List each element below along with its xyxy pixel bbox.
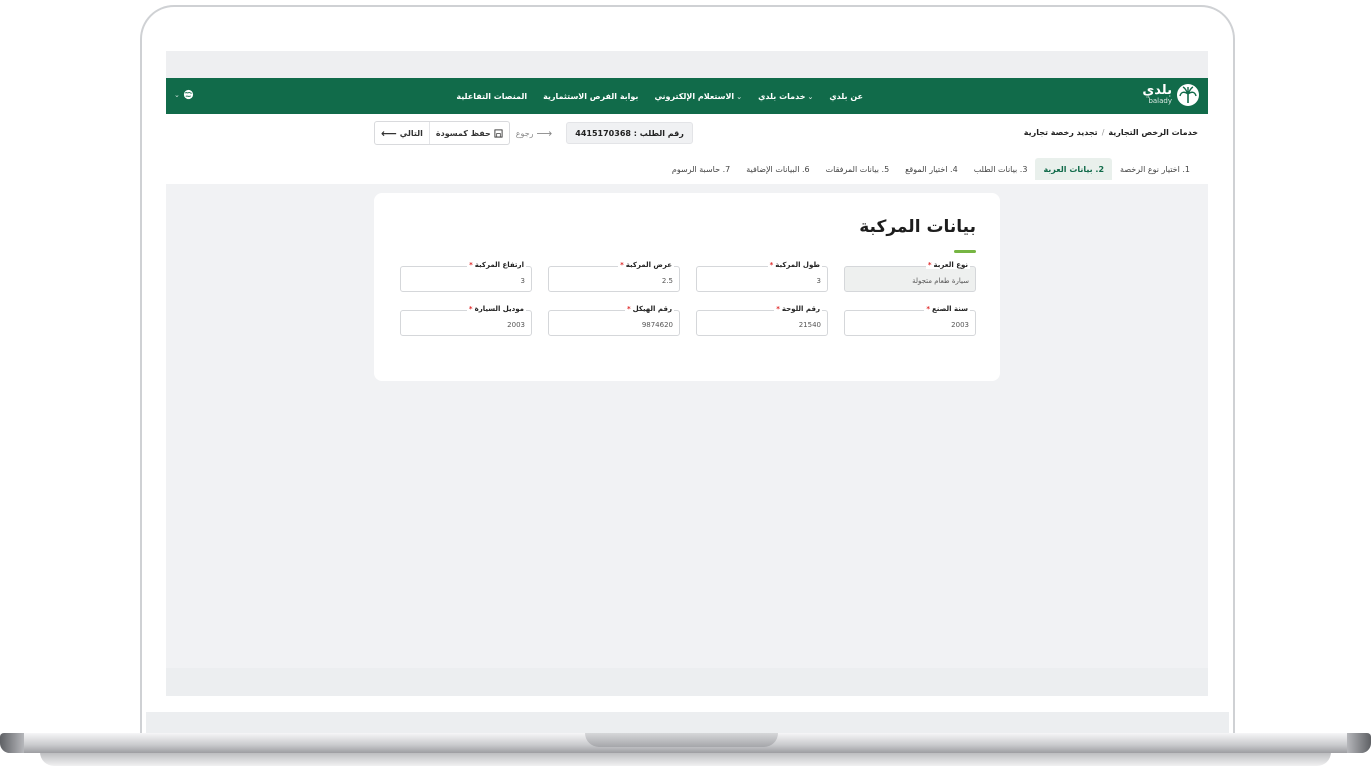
required-asterisk: * — [468, 305, 473, 313]
save-draft-button[interactable]: حفظ كمسودة — [428, 122, 509, 144]
action-bar: رقم الطلب : 4415170368 ⟶ رجوع حفظ كمسودة… — [374, 121, 693, 145]
vehicle-field-input[interactable]: 2003 — [400, 310, 532, 336]
arrow-right-icon: ⟶ — [536, 126, 553, 140]
save-draft-label: حفظ كمسودة — [435, 128, 491, 138]
laptop-base-right — [1347, 733, 1371, 753]
back-button[interactable]: ⟶ رجوع — [510, 122, 559, 144]
vehicle-field-label: ارتفاع المركبة* — [467, 261, 526, 269]
vehicle-field-label: رقم الهيكل* — [624, 305, 674, 313]
card-title: بيانات المركبة — [859, 217, 976, 237]
back-button-label: رجوع — [515, 128, 534, 138]
wizard-step-3[interactable]: 3. بيانات الطلب — [966, 158, 1036, 180]
vehicle-field-label: نوع العربة* — [925, 261, 970, 269]
wizard-step-4[interactable]: 4. اختيار الموقع — [897, 158, 966, 180]
vehicle-data-card: بيانات المركبة سيارة طعام متجولة نوع العر… — [374, 193, 1000, 381]
request-number-badge: رقم الطلب : 4415170368 — [566, 122, 693, 144]
field-label-text: سنة الصنع — [932, 305, 968, 313]
nav-link-2[interactable]: الاستعلام الإلكتروني ⌄ — [654, 92, 742, 101]
title-underline — [954, 250, 976, 253]
draft-next-group: حفظ كمسودة التالي ⟵ — [374, 121, 510, 145]
required-asterisk: * — [926, 305, 930, 313]
breadcrumb-item-licenses[interactable]: خدمات الرخص التجارية — [1108, 128, 1198, 137]
browser-top-strip — [166, 51, 1208, 78]
field-label-text: عرض المركبة — [625, 261, 672, 269]
field-label-text: رقم الهيكل — [632, 305, 672, 313]
language-selector[interactable]: ⌄ — [174, 89, 194, 100]
required-asterisk: * — [620, 261, 624, 269]
screen-bottom-strip — [166, 668, 1208, 696]
wizard-step-5[interactable]: 5. بيانات المرفقات — [818, 158, 898, 180]
nav-link-label: عن بلدي — [829, 91, 863, 101]
nav-link-label: بوابة الفرص الاستثمارية — [543, 91, 639, 101]
field-label-text: طول المركبة — [775, 261, 820, 269]
nav-link-3[interactable]: بوابة الفرص الاستثمارية — [543, 92, 638, 101]
field-label-text: موديل السيارة — [474, 305, 524, 313]
required-asterisk: * — [776, 305, 780, 313]
field-label-text: رقم اللوحة — [781, 305, 820, 313]
laptop-notch — [585, 733, 778, 747]
nav-link-0[interactable]: عن بلدي — [829, 92, 863, 101]
vehicle-field-label: رقم اللوحة* — [774, 305, 822, 313]
save-draft-icon — [494, 128, 503, 138]
wizard-step-1[interactable]: 1. اختيار نوع الرخصة — [1112, 158, 1198, 180]
vehicle-field-input[interactable]: 2003 — [844, 310, 976, 336]
vehicle-field-input[interactable]: 3 — [400, 266, 532, 292]
wizard-step-2[interactable]: 2. بيانات العربة — [1035, 158, 1113, 180]
vehicle-field-input[interactable]: 21540 — [696, 310, 828, 336]
nav-link-label: خدمات بلدي — [758, 91, 806, 101]
content-header: خدمات الرخص التجارية/تجديد رخصة تجارية ر… — [166, 114, 1208, 184]
nav-link-4[interactable]: المنصات التفاعلية — [456, 92, 527, 101]
chevron-down-icon: ⌄ — [736, 92, 743, 101]
wizard-steps: 1. اختيار نوع الرخصة 2. بيانات العربة 3. ب… — [664, 158, 1198, 180]
laptop-base-shadow — [40, 752, 1331, 766]
vehicle-field-input[interactable]: 9874620 — [548, 310, 680, 336]
vehicle-field-label: سنة الصنع* — [924, 305, 970, 313]
required-asterisk: * — [626, 305, 631, 313]
nav-links: عن بلدي خدمات بلدي ⌄ الاستعلام الإلكتروني ⌄ ب… — [456, 78, 863, 114]
nav-link-label: المنصات التفاعلية — [456, 91, 528, 101]
laptop-bezel-bottom — [146, 712, 1229, 734]
logo-subtext: balady — [1148, 97, 1172, 105]
top-navbar: بلدي balady عن بلدي خدمات بلدي ⌄ الاستعلام … — [166, 78, 1208, 114]
required-asterisk: * — [927, 261, 932, 269]
breadcrumb-separator: / — [1101, 128, 1105, 137]
field-label-text: ارتفاع المركبة — [474, 261, 524, 269]
breadcrumb: خدمات الرخص التجارية/تجديد رخصة تجارية — [1024, 128, 1198, 137]
required-asterisk: * — [769, 261, 774, 269]
chevron-down-icon: ⌄ — [174, 90, 180, 99]
chevron-down-icon: ⌄ — [807, 92, 814, 101]
nav-link-label: الاستعلام الإلكتروني — [654, 91, 735, 101]
screen: بلدي balady عن بلدي خدمات بلدي ⌄ الاستعلام … — [166, 51, 1208, 696]
vehicle-field-input: سيارة طعام متجولة — [844, 266, 976, 292]
nav-link-1[interactable]: خدمات بلدي ⌄ — [758, 92, 813, 101]
wizard-step-6[interactable]: 6. البيانات الإضافية — [738, 158, 817, 180]
required-asterisk: * — [469, 261, 473, 269]
wizard-step-7[interactable]: 7. حاسبة الرسوم — [664, 158, 738, 180]
vehicle-field-label: طول المركبة* — [767, 261, 822, 269]
balady-logo[interactable]: بلدي balady — [1142, 83, 1200, 107]
vehicle-field-label: موديل السيارة* — [466, 305, 526, 313]
vehicle-field-input[interactable]: 2.5 — [548, 266, 680, 292]
next-button-label: التالي — [399, 128, 423, 138]
laptop-base-left — [0, 733, 24, 753]
globe-icon — [183, 89, 193, 100]
next-button[interactable]: التالي ⟵ — [375, 122, 429, 144]
logo-text: بلدي — [1142, 83, 1172, 98]
field-label-text: نوع العربة — [933, 261, 968, 269]
palm-logo-icon — [1177, 84, 1199, 106]
vehicle-field-label: عرض المركبة* — [618, 261, 674, 269]
vehicle-field-input[interactable]: 3 — [696, 266, 828, 292]
breadcrumb-item-renew: تجديد رخصة تجارية — [1023, 128, 1098, 137]
arrow-left-icon: ⟵ — [381, 126, 397, 140]
